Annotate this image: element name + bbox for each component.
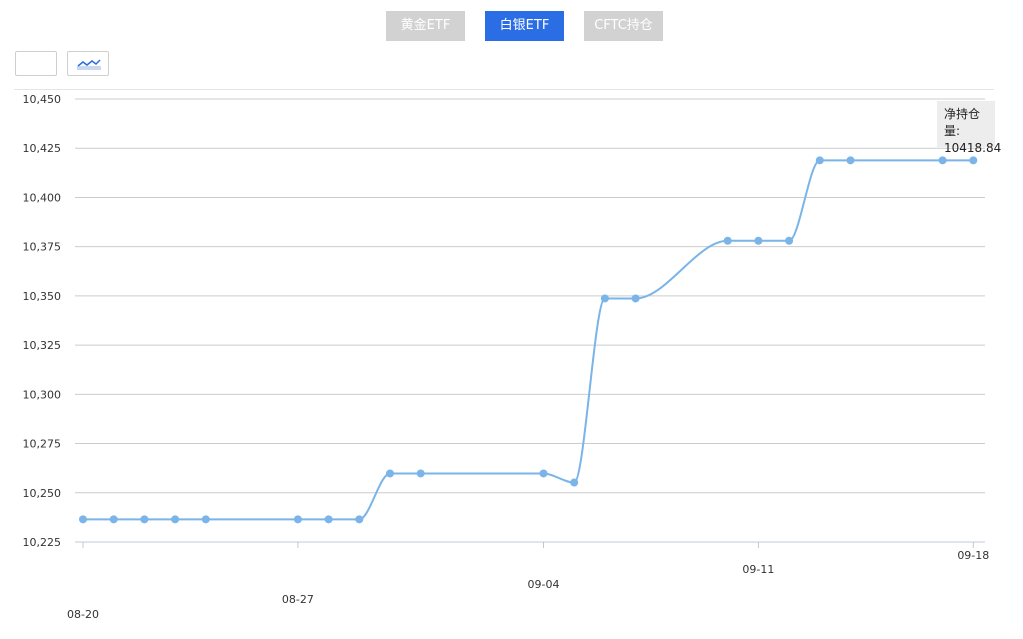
data-point xyxy=(815,156,824,165)
tooltip: 净持仓量: 10418.84 xyxy=(937,101,1001,155)
silver-etf-chart: 10,225 10,250 10,275 10,300 10,325 10,350 10,3… xyxy=(23,93,990,621)
data-point xyxy=(600,294,609,303)
data-point xyxy=(723,236,732,245)
series-points xyxy=(79,156,978,524)
data-point xyxy=(355,515,364,524)
x-tick-label: 08-27 xyxy=(282,593,314,606)
y-tick-label: 10,450 xyxy=(23,93,62,106)
tooltip-value: 10418.84 xyxy=(944,141,1002,155)
data-point xyxy=(846,156,855,165)
data-point xyxy=(631,294,640,303)
data-point xyxy=(293,515,302,524)
data-point xyxy=(416,469,425,478)
x-tick-label: 09-04 xyxy=(528,578,560,591)
data-point xyxy=(754,236,763,245)
y-tick-label: 10,350 xyxy=(23,290,62,303)
y-tick-label: 10,400 xyxy=(23,191,62,204)
data-point xyxy=(140,515,149,524)
y-tick-label: 10,250 xyxy=(23,487,62,500)
data-point xyxy=(386,469,394,478)
x-tick-label: 08-20 xyxy=(67,608,99,621)
data-point xyxy=(938,156,947,165)
net-position-line xyxy=(82,159,974,521)
y-tick-label: 10,300 xyxy=(23,388,62,401)
data-point xyxy=(171,515,180,524)
y-tick-label: 10,325 xyxy=(23,339,62,352)
data-point xyxy=(969,156,978,165)
y-tick-label: 10,425 xyxy=(23,142,62,155)
x-tick-label: 09-11 xyxy=(742,563,774,576)
axes: 10,225 10,250 10,275 10,300 10,325 10,350 10,3… xyxy=(23,93,990,621)
data-point xyxy=(539,469,548,478)
data-point xyxy=(109,515,118,524)
data-point xyxy=(79,515,87,524)
data-point xyxy=(570,478,579,487)
y-tick-label: 10,375 xyxy=(23,241,62,254)
series-line xyxy=(82,159,974,521)
y-tick-label: 10,225 xyxy=(23,536,62,549)
y-tick-label: 10,275 xyxy=(23,438,62,451)
data-point xyxy=(324,515,333,524)
x-tick-label: 09-18 xyxy=(957,549,989,562)
data-point xyxy=(201,515,210,524)
data-point xyxy=(785,236,794,245)
tooltip-label: 净持仓量: xyxy=(944,107,981,138)
